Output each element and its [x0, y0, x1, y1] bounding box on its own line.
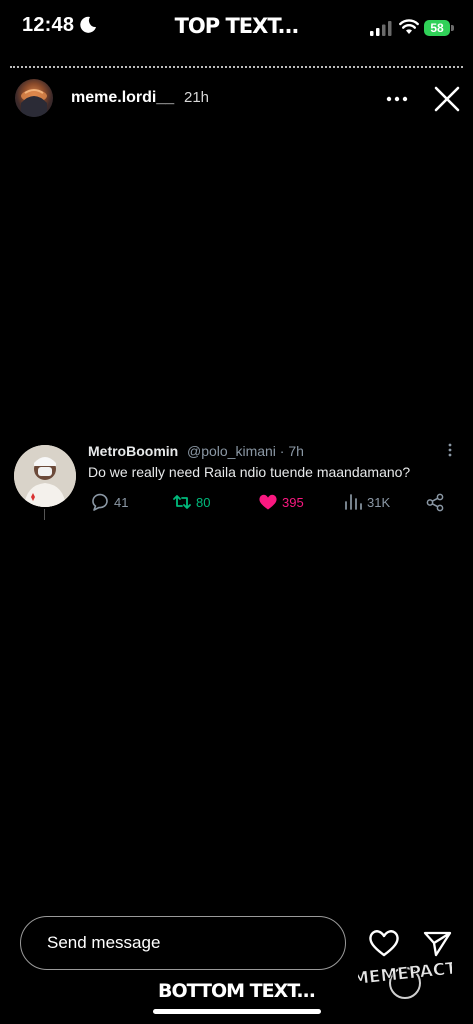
tweet-display-name[interactable]: MetroBoomin	[88, 443, 178, 459]
story-username[interactable]: meme.lordi__	[71, 89, 174, 107]
send-message-placeholder: Send message	[47, 933, 161, 952]
home-indicator	[153, 1009, 321, 1014]
retweet-count: 80	[196, 494, 211, 510]
close-icon[interactable]	[433, 85, 461, 113]
views-chart-icon	[345, 494, 362, 510]
tweet-handle-time: @polo_kimani · 7h	[187, 443, 304, 459]
avatar-image	[21, 89, 47, 117]
like-heart-icon	[259, 494, 277, 510]
more-icon[interactable]	[385, 90, 409, 108]
wifi-icon	[399, 19, 419, 34]
tweet-text: Do we really need Raila ndio tuende maan…	[88, 464, 411, 480]
story-progress-bar	[10, 66, 463, 68]
tweet-reply-action: 41	[90, 492, 128, 512]
battery-icon: 58	[424, 20, 450, 36]
tweet-retweet-action: 80	[172, 492, 210, 512]
tweet-avatar	[14, 445, 76, 507]
like-count: 395	[282, 494, 304, 510]
tweet-more-icon	[448, 443, 452, 457]
views-count: 31K	[367, 494, 391, 510]
tweet-like-action: 395	[258, 492, 304, 512]
meme-bottom-text: BOTTOM TEXT...	[158, 980, 316, 1002]
tweet-views-action: 31K	[343, 492, 390, 512]
tweet-avatar-image	[14, 445, 76, 507]
story-time-ago: 21h	[184, 89, 210, 106]
tweet-thread-line	[44, 509, 45, 520]
reply-icon	[92, 493, 108, 511]
story-avatar[interactable]	[15, 79, 53, 117]
cellular-signal-icon	[370, 21, 392, 36]
battery-nub	[451, 25, 454, 31]
reply-count: 41	[114, 494, 129, 510]
share-icon	[426, 493, 444, 512]
retweet-icon	[173, 495, 191, 509]
